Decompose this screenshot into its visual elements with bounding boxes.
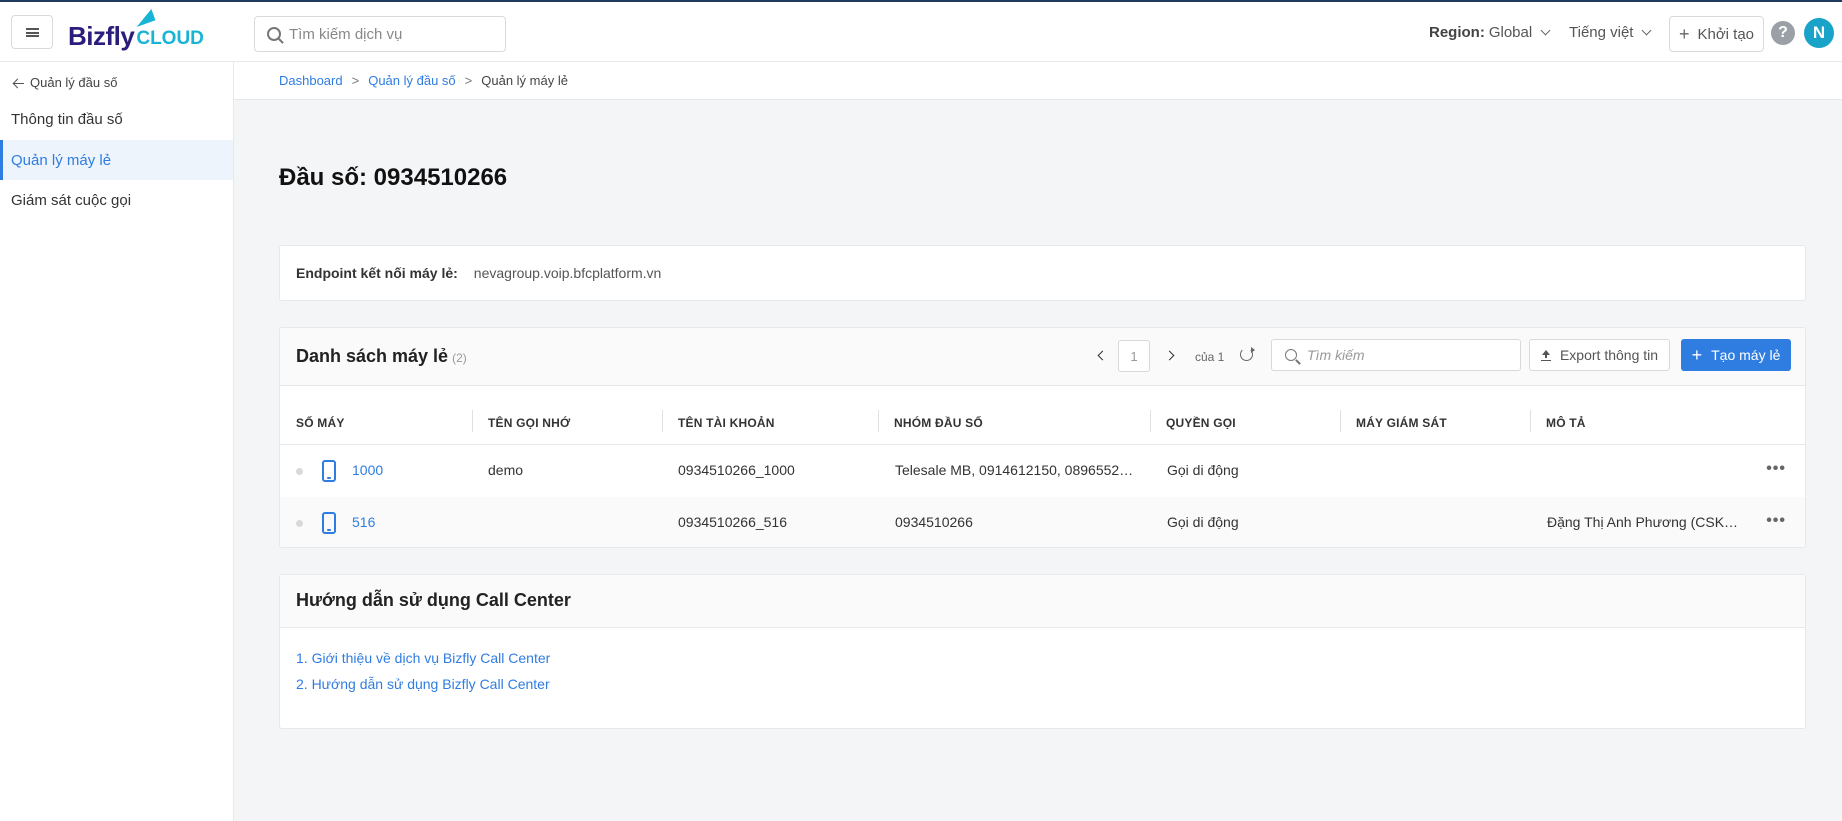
more-actions-icon[interactable]: ••• [1766,512,1786,530]
plus-icon: + [1691,345,1703,365]
column-header-account: TÊN TÀI KHOẢN [678,416,775,430]
extension-count: (2) [452,351,467,365]
column-header-extension: SỐ MÁY [296,416,345,430]
sidebar: Quản lý đầu số Thông tin đầu số Quản lý … [0,62,234,821]
column-divider [662,410,663,432]
sidebar-item-label: Giám sát cuộc gọi [11,191,132,209]
guide-link-usage[interactable]: 2. Hướng dẫn sử dụng Bizfly Call Center [296,671,1789,697]
breadcrumb-current: Quản lý máy lẻ [481,73,568,88]
region-selector[interactable]: Region: Global [1429,24,1551,41]
extension-list-title: Danh sách máy lẻ (2) [296,346,467,367]
bizfly-cloud-logo[interactable]: Bizfly CLOUD [68,8,204,52]
create-extension-label: Tạo máy lẻ [1711,347,1781,363]
export-button-label: Export thông tin [1559,347,1659,363]
top-header: Bizfly CLOUD Region: Global Tiếng việt +… [0,0,1842,62]
export-info-button[interactable]: Export thông tin [1529,339,1670,371]
page-title: Đầu số: 0934510266 [279,164,508,191]
extension-list-card: Danh sách máy lẻ(2) 1 của 1 Export thông… [279,327,1806,548]
chevron-left-icon[interactable] [1097,350,1108,361]
table-row[interactable]: 516 0934510266_516 0934510266 Gọi di độn… [280,497,1805,547]
create-button[interactable]: + Khởi tạo [1669,16,1764,52]
status-dot [296,468,303,475]
extension-list-header: Danh sách máy lẻ(2) 1 của 1 Export thông… [280,328,1805,386]
endpoint-value: nevagroup.voip.bfcplatform.vn [473,265,662,281]
table-row[interactable]: 1000 demo 0934510266_1000 Telesale MB, 0… [280,445,1805,497]
chevron-down-icon [1540,25,1551,36]
mobile-phone-icon [322,460,336,482]
page-number-input[interactable]: 1 [1118,340,1150,372]
guide-link-intro[interactable]: 1. Giới thiệu về dịch vụ Bizfly Call Cen… [296,645,1789,671]
nickname-cell: demo [488,462,524,478]
column-divider [1340,410,1341,432]
guide-title: Hướng dẫn sử dụng Call Center [280,575,1805,628]
extension-search[interactable] [1271,339,1521,371]
endpoint-label: Endpoint kết nối máy lẻ: [296,265,458,281]
chevron-down-icon [1642,25,1652,36]
column-header-number-group: NHÓM ĐẦU SỐ [894,416,983,430]
create-extension-button[interactable]: + Tạo máy lẻ [1681,339,1791,371]
column-header-description: MÔ TẢ [1546,416,1586,430]
breadcrumb-number-management[interactable]: Quản lý đầu số [368,73,455,88]
breadcrumb-dashboard[interactable]: Dashboard [279,73,343,88]
number-group-cell: Telesale MB, 0914612150, 0896552… [895,462,1134,478]
extension-number-link[interactable]: 1000 [352,462,383,478]
extension-list-title-text: Danh sách máy lẻ [296,346,449,366]
extension-number-link[interactable]: 516 [352,514,375,530]
sidebar-item-label: Thông tin đầu số [11,110,123,128]
guide-links: 1. Giới thiệu về dịch vụ Bizfly Call Cen… [280,628,1805,714]
region-value: Global [1488,24,1533,41]
call-permission-cell: Gọi di động [1167,462,1239,478]
call-permission-cell: Gọi di động [1167,514,1239,530]
column-header-monitor: MÁY GIÁM SÁT [1356,416,1447,430]
table-header: SỐ MÁY TÊN GỌI NHỚ TÊN TÀI KHOẢN NHÓM ĐẦ… [280,386,1805,445]
service-search[interactable] [254,16,506,52]
breadcrumb-separator: > [351,73,360,88]
status-dot [296,520,303,527]
page-total: của 1 [1195,350,1225,364]
search-icon [1285,349,1297,361]
column-divider [1150,410,1151,432]
mobile-phone-icon [322,512,336,534]
language-selector[interactable]: Tiếng việt [1569,24,1652,41]
number-group-cell: 0934510266 [895,514,973,530]
plus-icon: + [1678,24,1690,44]
upload-icon [1540,349,1551,361]
sidebar-item-call-monitoring[interactable]: Giám sát cuộc gọi [0,180,233,220]
column-header-call-permission: QUYỀN GỌI [1166,416,1236,430]
help-icon[interactable]: ? [1771,21,1795,45]
sidebar-item-extension-management[interactable]: Quản lý máy lẻ [0,140,233,180]
language-value: Tiếng việt [1569,24,1634,41]
back-link[interactable]: Quản lý đầu số [13,75,117,90]
back-link-label: Quản lý đầu số [30,75,118,90]
sidebar-item-label: Quản lý máy lẻ [11,151,112,169]
column-divider [1530,410,1531,432]
search-icon [267,27,281,41]
column-header-nickname: TÊN GỌI NHỚ [488,416,571,430]
region-label: Region: [1429,24,1485,41]
account-cell: 0934510266_516 [678,514,788,530]
description-cell: Đặng Thị Anh Phương (CSK… [1547,514,1739,530]
guide-card: Hướng dẫn sử dụng Call Center 1. Giới th… [279,574,1806,729]
menu-icon [25,27,39,37]
logo-main-text: Bizfly [68,21,135,51]
more-actions-icon[interactable]: ••• [1766,460,1786,478]
breadcrumb-separator: > [464,73,473,88]
column-divider [472,410,473,432]
sidebar-item-number-info[interactable]: Thông tin đầu số [0,99,233,139]
column-divider [878,410,879,432]
extension-search-input[interactable] [1307,347,1507,363]
create-button-label: Khởi tạo [1697,25,1755,43]
chevron-right-icon[interactable] [1164,350,1175,361]
arrow-left-icon [13,78,24,88]
service-search-input[interactable] [289,25,489,43]
account-cell: 0934510266_1000 [678,462,795,478]
user-avatar[interactable]: N [1804,18,1834,48]
paper-plane-icon [132,8,156,28]
breadcrumb: Dashboard > Quản lý đầu số > Quản lý máy… [234,62,1842,100]
endpoint-card: Endpoint kết nối máy lẻ: nevagroup.voip.… [279,245,1806,301]
refresh-icon[interactable] [1240,347,1255,361]
hamburger-menu-button[interactable] [11,15,53,49]
logo-sub-text: CLOUD [136,28,204,49]
